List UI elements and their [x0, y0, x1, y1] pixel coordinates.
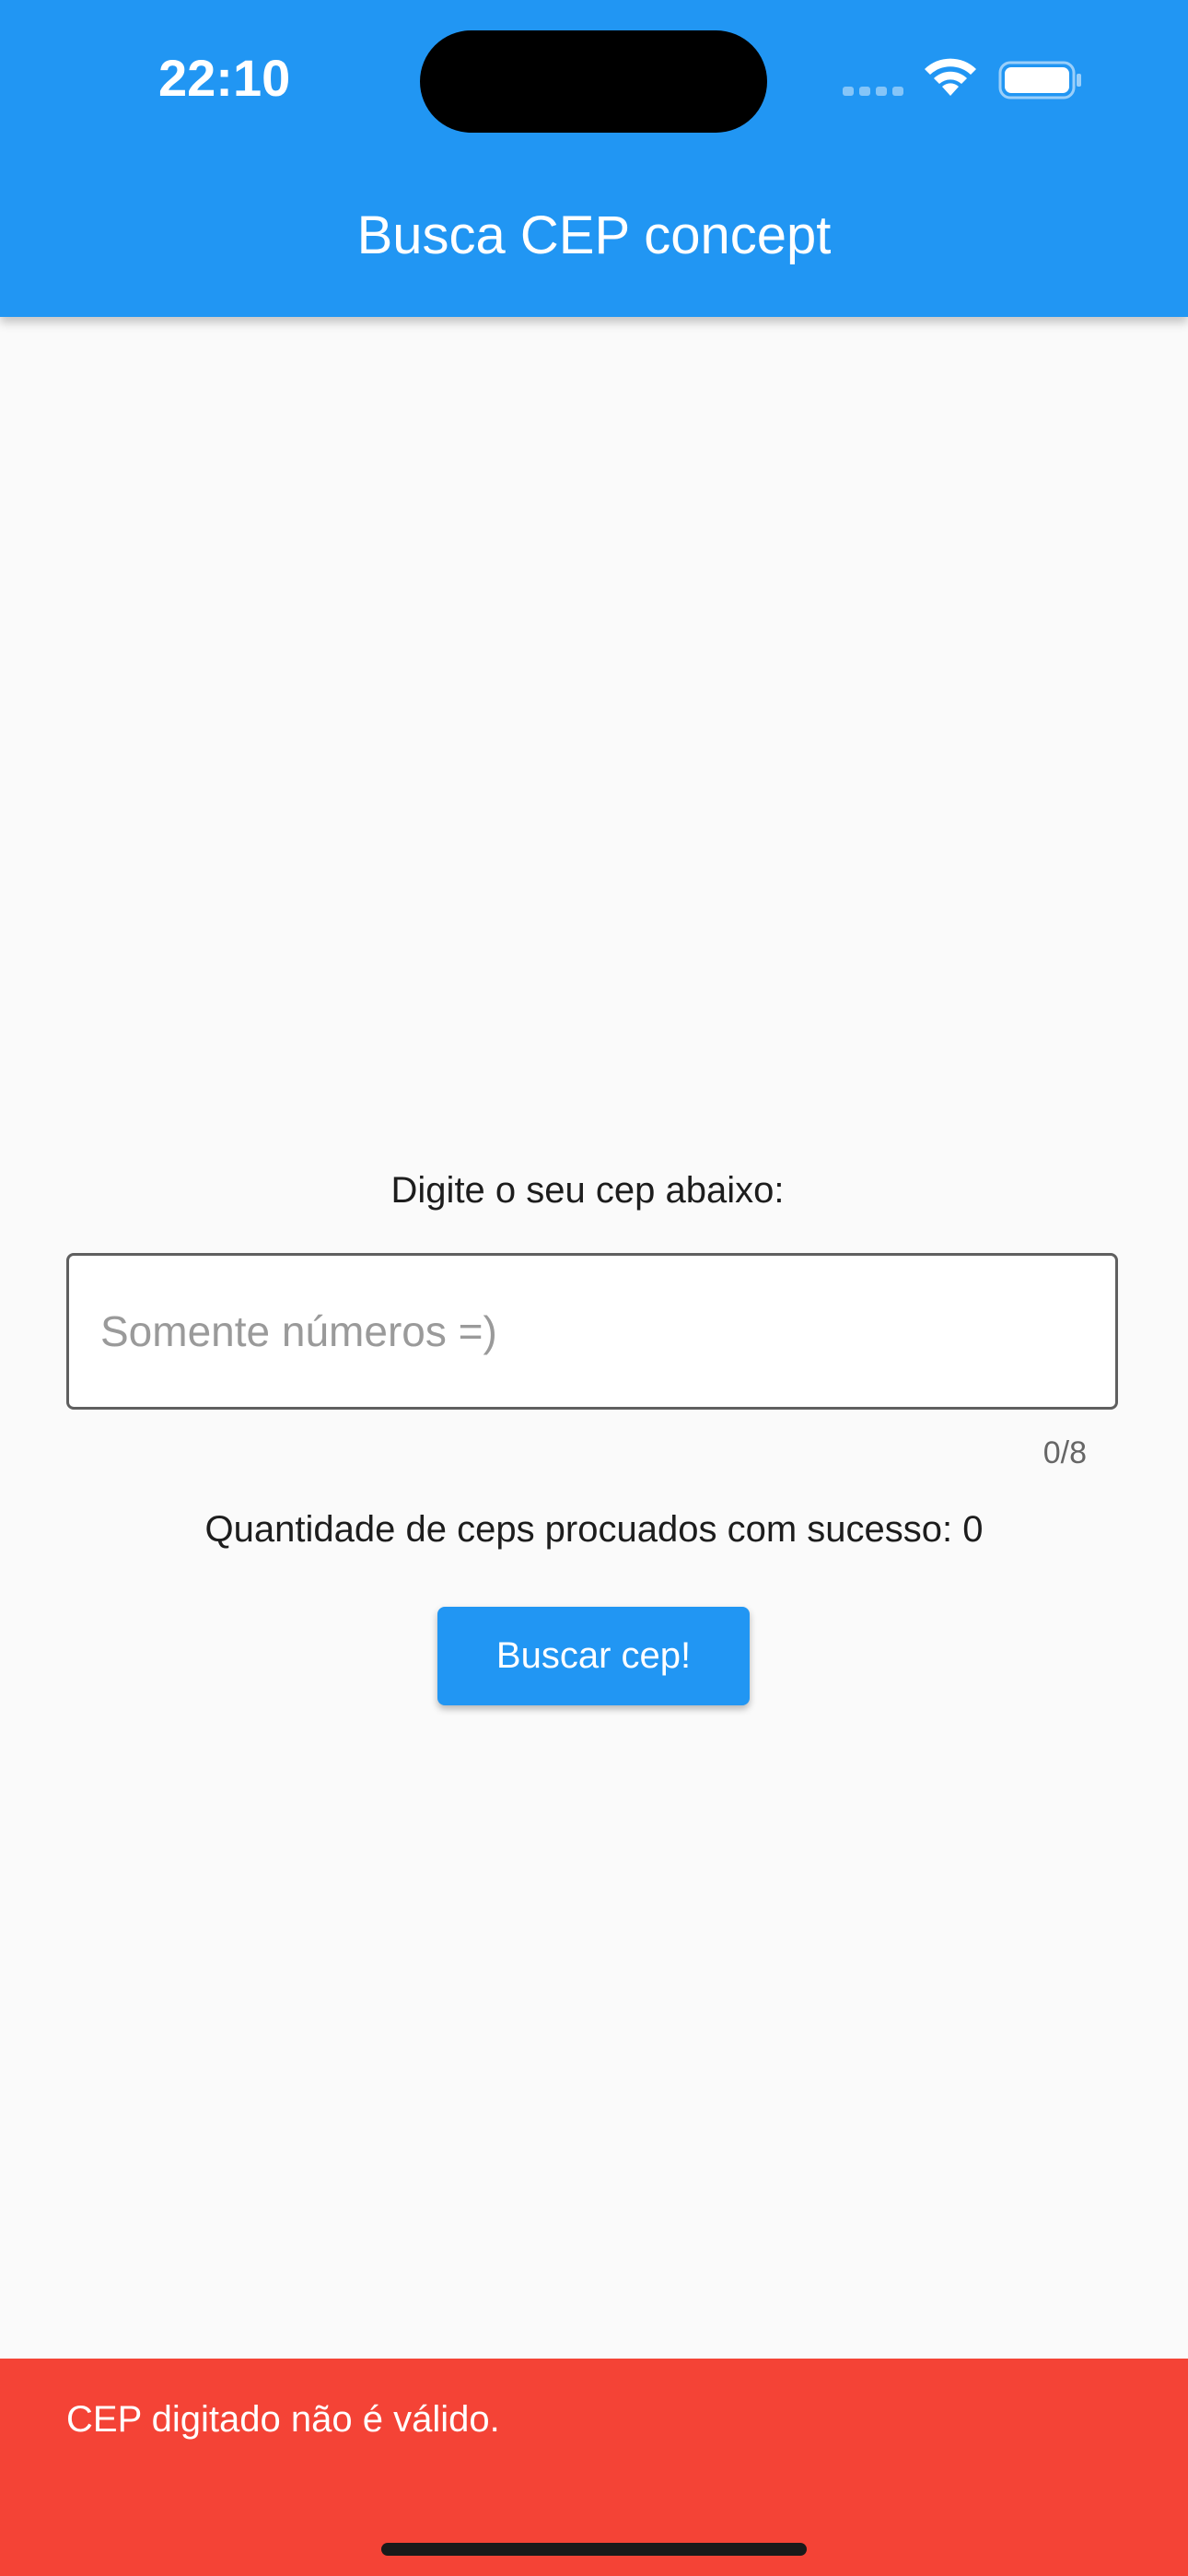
cep-input[interactable]: [66, 1253, 1118, 1410]
battery-icon: [998, 61, 1081, 100]
app-bar: 22:10 Busca CEP concept: [0, 0, 1188, 317]
home-indicator[interactable]: [381, 2543, 807, 2556]
search-cep-button[interactable]: Buscar cep!: [437, 1607, 750, 1705]
dynamic-island: [420, 30, 767, 133]
cep-prompt-label: Digite o seu cep abaixo:: [390, 1170, 785, 1211]
snackbar-message: CEP digitado não é válido.: [66, 2399, 500, 2440]
status-time: 22:10: [158, 49, 291, 107]
cellular-signal-icon: [843, 87, 903, 96]
success-count-text: Quantidade de ceps procuados com sucesso…: [204, 1509, 984, 1550]
page-title: Busca CEP concept: [356, 205, 832, 265]
wifi-icon: [925, 58, 976, 96]
character-counter: 0/8: [1042, 1435, 1087, 1470]
